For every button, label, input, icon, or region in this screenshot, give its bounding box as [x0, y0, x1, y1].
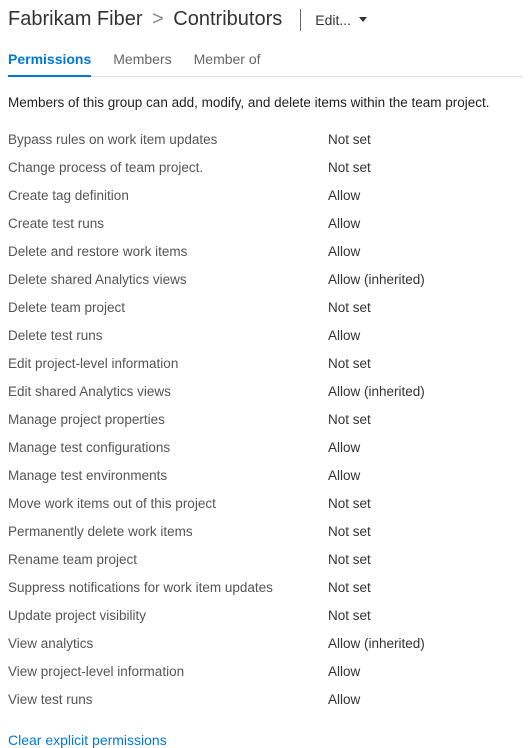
permission-label: Bypass rules on work item updates: [8, 126, 328, 154]
permission-value[interactable]: Allow: [328, 182, 523, 210]
permission-label: View test runs: [8, 686, 328, 714]
permission-value[interactable]: Not set: [328, 154, 523, 182]
tabs-bar: Permissions Members Member of: [8, 51, 523, 77]
clear-explicit-permissions-link[interactable]: Clear explicit permissions: [8, 732, 167, 748]
permission-label: Delete team project: [8, 294, 328, 322]
permission-label: Move work items out of this project: [8, 490, 328, 518]
permission-label: Permanently delete work items: [8, 518, 328, 546]
permission-label: Edit shared Analytics views: [8, 378, 328, 406]
permission-value[interactable]: Allow: [328, 658, 523, 686]
permission-value[interactable]: Allow (inherited): [328, 378, 523, 406]
permission-value[interactable]: Allow: [328, 210, 523, 238]
permission-value[interactable]: Allow: [328, 686, 523, 714]
permission-value[interactable]: Allow: [328, 462, 523, 490]
permissions-table: Bypass rules on work item updatesNot set…: [8, 126, 523, 714]
permission-value[interactable]: Not set: [328, 574, 523, 602]
permission-label: Create test runs: [8, 210, 328, 238]
permission-label: Delete and restore work items: [8, 238, 328, 266]
permission-label: Update project visibility: [8, 602, 328, 630]
breadcrumb-project[interactable]: Fabrikam Fiber: [8, 8, 142, 30]
header-divider: [300, 9, 301, 31]
permission-label: Edit project-level information: [8, 350, 328, 378]
permission-label: View analytics: [8, 630, 328, 658]
permission-value[interactable]: Not set: [328, 126, 523, 154]
permission-label: Manage project properties: [8, 406, 328, 434]
breadcrumb-group: Contributors: [173, 8, 282, 30]
permission-value[interactable]: Not set: [328, 294, 523, 322]
permission-value[interactable]: Not set: [328, 518, 523, 546]
permission-label: Suppress notifications for work item upd…: [8, 574, 328, 602]
permission-value[interactable]: Allow: [328, 322, 523, 350]
page-header: Fabrikam Fiber > Contributors Edit...: [8, 8, 523, 31]
tab-members[interactable]: Members: [113, 51, 171, 76]
permission-value[interactable]: Not set: [328, 490, 523, 518]
permission-label: Manage test environments: [8, 462, 328, 490]
actions-row: Clear explicit permissions: [8, 732, 523, 748]
edit-dropdown[interactable]: Edit...: [311, 12, 367, 28]
permission-value[interactable]: Allow: [328, 238, 523, 266]
tab-member-of[interactable]: Member of: [194, 51, 261, 76]
permission-label: Rename team project: [8, 546, 328, 574]
permission-value[interactable]: Not set: [328, 602, 523, 630]
edit-dropdown-label: Edit...: [315, 12, 351, 28]
breadcrumb: Fabrikam Fiber > Contributors: [8, 8, 282, 31]
permission-value[interactable]: Allow (inherited): [328, 266, 523, 294]
permission-label: Manage test configurations: [8, 434, 328, 462]
chevron-down-icon: [359, 17, 367, 22]
permission-label: Create tag definition: [8, 182, 328, 210]
permission-label: Delete shared Analytics views: [8, 266, 328, 294]
permission-value[interactable]: Not set: [328, 546, 523, 574]
permission-value[interactable]: Not set: [328, 350, 523, 378]
permission-label: View project-level information: [8, 658, 328, 686]
group-description: Members of this group can add, modify, a…: [8, 95, 523, 110]
permission-value[interactable]: Allow (inherited): [328, 630, 523, 658]
breadcrumb-separator: >: [152, 8, 164, 30]
permission-value[interactable]: Not set: [328, 406, 523, 434]
permission-label: Change process of team project.: [8, 154, 328, 182]
tab-permissions[interactable]: Permissions: [8, 51, 91, 77]
permission-value[interactable]: Allow: [328, 434, 523, 462]
permission-label: Delete test runs: [8, 322, 328, 350]
